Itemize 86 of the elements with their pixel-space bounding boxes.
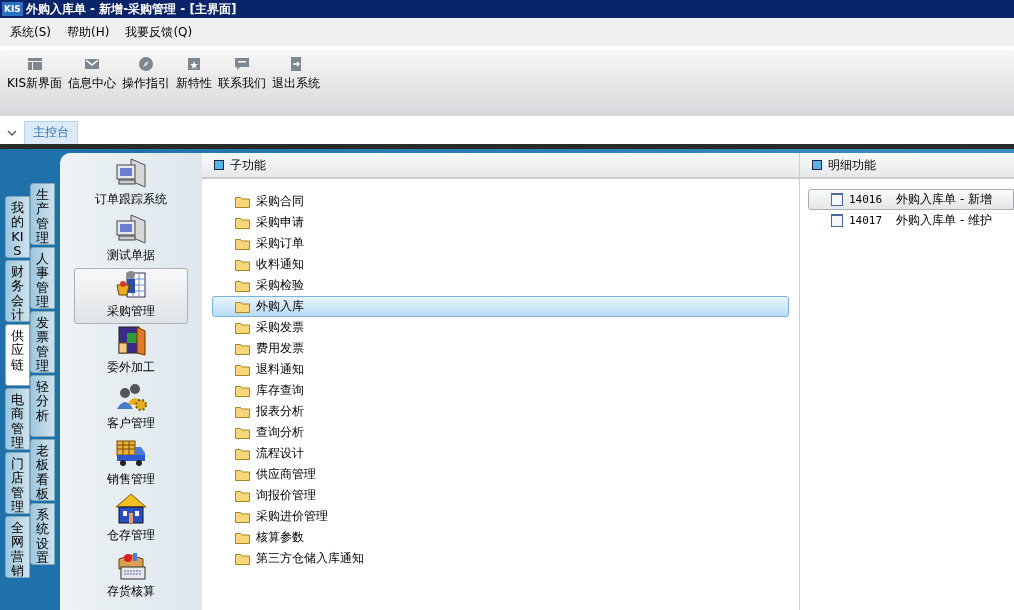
folder-icon <box>235 531 250 544</box>
folder-icon <box>235 321 250 334</box>
folder-icon <box>235 300 250 313</box>
chat-icon <box>234 56 251 72</box>
nav-tab[interactable]: 轻分析 <box>30 375 55 437</box>
panel-title: 子功能 <box>230 156 266 174</box>
folder-icon <box>235 384 250 397</box>
mail-icon <box>84 56 101 72</box>
document-icon <box>831 193 843 206</box>
folder-icon <box>235 552 250 565</box>
nav-tab[interactable]: 供应链 <box>5 324 30 386</box>
square-icon <box>214 160 224 170</box>
document-icon <box>831 214 843 227</box>
folder-icon <box>235 342 250 355</box>
nav-tab[interactable]: 老板看板 <box>30 439 55 501</box>
folder-item[interactable]: 采购订单 <box>212 233 789 254</box>
folder-item[interactable]: 供应商管理 <box>212 464 789 485</box>
module-button[interactable]: 委外加工 <box>74 324 188 380</box>
module-button[interactable]: 销售管理 <box>74 436 188 492</box>
module-button[interactable]: 订单跟踪系统 <box>74 156 188 212</box>
compass-icon <box>138 56 155 72</box>
module-button[interactable]: 存货核算 <box>74 548 188 604</box>
folder-item[interactable]: 核算参数 <box>212 527 789 548</box>
menu-item[interactable]: 系统(S) <box>4 23 57 41</box>
nav-tab[interactable]: 全网营销 <box>5 516 30 578</box>
layout-icon <box>26 56 43 72</box>
folder-item[interactable]: 第三方仓储入库通知 <box>212 548 789 569</box>
nav-tab[interactable]: 系统设置 <box>30 503 55 565</box>
folder-icon <box>235 279 250 292</box>
nav-tab[interactable]: 生产管理 <box>30 183 55 245</box>
toolbar-button[interactable]: 新特性 <box>173 56 216 92</box>
door-icon <box>115 325 147 357</box>
menu-item[interactable]: 我要反馈(Q) <box>119 23 199 41</box>
folder-icon <box>235 258 250 271</box>
nav-tab[interactable]: 门店管理 <box>5 452 30 514</box>
menu-item[interactable]: 帮助(H) <box>61 23 116 41</box>
folder-item[interactable]: 报表分析 <box>212 401 789 422</box>
panel-title: 明细功能 <box>828 156 876 174</box>
folder-item[interactable]: 费用发票 <box>212 338 789 359</box>
computer-icon <box>115 157 147 189</box>
nav-tab[interactable]: 人事管理 <box>30 247 55 309</box>
toolbar-button[interactable]: 信息中心 <box>65 56 120 92</box>
folder-icon <box>235 237 250 250</box>
folder-icon <box>235 447 250 460</box>
nav-tab[interactable]: 财务会计 <box>5 260 30 322</box>
folder-item[interactable]: 外购入库 <box>212 296 789 317</box>
folder-icon <box>235 426 250 439</box>
folder-icon <box>235 195 250 208</box>
folder-item[interactable]: 采购检验 <box>212 275 789 296</box>
toolbar-button[interactable]: 退出系统 <box>269 56 324 92</box>
module-button[interactable]: 测试单据 <box>74 212 188 268</box>
folder-item[interactable]: 采购发票 <box>212 317 789 338</box>
nav-tab[interactable]: 我的KIS <box>5 196 30 258</box>
detail-item[interactable]: 14016 外购入库单 - 新增 <box>808 189 1014 210</box>
folder-item[interactable]: 流程设计 <box>212 443 789 464</box>
folder-item[interactable]: 收料通知 <box>212 254 789 275</box>
window-title: 外购入库单 - 新增-采购管理 - [主界面] <box>25 0 237 18</box>
house-icon <box>115 493 147 525</box>
detail-item[interactable]: 14017 外购入库单 - 维护 <box>808 210 1014 231</box>
folder-item[interactable]: 退料通知 <box>212 359 789 380</box>
folder-item[interactable]: 采购进价管理 <box>212 506 789 527</box>
folder-icon <box>235 489 250 502</box>
folder-icon <box>235 510 250 523</box>
folder-item[interactable]: 采购合同 <box>212 191 789 212</box>
toolbar-button[interactable]: 操作指引 <box>119 56 174 92</box>
module-button[interactable]: 采购管理 <box>74 268 188 324</box>
app-logo: KIS <box>2 2 23 16</box>
module-button[interactable]: 客户管理 <box>74 380 188 436</box>
folder-icon <box>235 405 250 418</box>
square-icon <box>812 160 822 170</box>
toolbar-button[interactable]: KIS新界面 <box>4 56 66 92</box>
folder-item[interactable]: 询报价管理 <box>212 485 789 506</box>
folder-icon <box>235 216 250 229</box>
module-button[interactable]: 仓存管理 <box>74 492 188 548</box>
tab[interactable]: 主控台 <box>24 121 78 144</box>
folder-item[interactable]: 采购申请 <box>212 212 789 233</box>
computer-icon <box>115 213 147 245</box>
truck-icon <box>115 437 147 469</box>
toolbar-button[interactable]: 联系我们 <box>215 56 270 92</box>
nav-tab[interactable]: 发票管理 <box>30 311 55 373</box>
people-icon <box>115 381 147 413</box>
folder-item[interactable]: 查询分析 <box>212 422 789 443</box>
nav-tab[interactable]: 电商管理 <box>5 388 30 450</box>
folder-icon <box>235 363 250 376</box>
folder-icon <box>235 468 250 481</box>
folder-item[interactable]: 库存查询 <box>212 380 789 401</box>
